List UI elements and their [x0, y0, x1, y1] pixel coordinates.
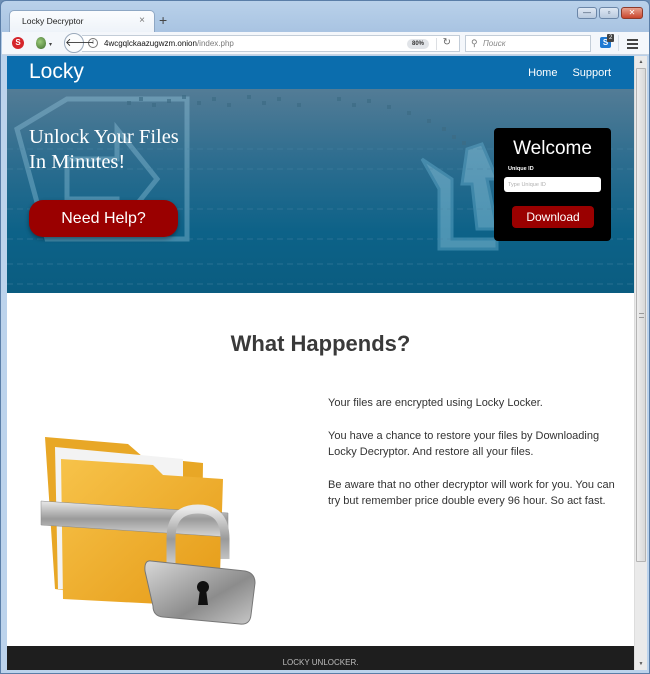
url-path: /index.php: [196, 39, 234, 48]
search-bar[interactable]: ⚲ Поиск: [465, 35, 591, 52]
unique-id-input[interactable]: [504, 177, 601, 192]
zoom-level-badge[interactable]: 80%: [406, 39, 429, 49]
notification-badge: 2: [607, 34, 615, 42]
tor-onion-icon[interactable]: [36, 37, 46, 49]
tab-locky-decryptor[interactable]: Locky Decryptor ×: [9, 10, 155, 32]
url-domain: 4wcgqlckaazugwzm.onion: [104, 39, 197, 48]
info-paragraph-1: Your files are encrypted using Locky Loc…: [328, 397, 543, 409]
noscript-icon[interactable]: S: [12, 37, 24, 49]
maximize-button[interactable]: ▫: [599, 7, 619, 19]
page-viewport: Locky Home Support Unlock Your Files In …: [7, 56, 634, 670]
footer-text: LOCKY UNLOCKER.: [282, 658, 359, 667]
need-help-button[interactable]: Need Help?: [29, 200, 178, 237]
new-tab-icon[interactable]: +: [159, 13, 167, 27]
welcome-title: Welcome: [513, 138, 592, 159]
section-title: What Happends?: [230, 331, 411, 356]
locked-folder-illustration: [40, 437, 256, 625]
hero-title-line-1: Unlock Your Files: [29, 126, 179, 148]
window-controls: — ▫ ✕: [577, 7, 643, 19]
close-window-button[interactable]: ✕: [621, 7, 643, 19]
site-logo[interactable]: Locky: [29, 60, 84, 84]
reload-icon[interactable]: ↻: [443, 37, 451, 48]
info-paragraph-2: You have a chance to restore your files …: [328, 429, 600, 459]
url-divider: [436, 38, 437, 50]
site-nav: Home Support: [528, 67, 611, 79]
info-text: Your files are encrypted using Locky Loc…: [328, 395, 618, 526]
nav-link-support[interactable]: Support: [572, 67, 611, 79]
url-bar[interactable]: i 4wcgqlckaazugwzm.onion/index.php 80% ↻: [82, 35, 460, 52]
info-paragraph-3: Be aware that no other decryptor will wo…: [328, 478, 615, 508]
scrollbar-thumb[interactable]: [636, 68, 646, 562]
scroll-up-icon[interactable]: ▲: [635, 56, 647, 68]
download-button[interactable]: Download: [512, 206, 594, 228]
menu-icon[interactable]: [627, 39, 638, 51]
hero-title-line-2: In Minutes!: [29, 151, 126, 173]
scroll-down-icon[interactable]: ▼: [635, 658, 647, 670]
welcome-panel: Welcome Unique ID Download: [494, 128, 611, 241]
hero-banner: Unlock Your Files In Minutes! Need Help?…: [7, 89, 634, 293]
back-arrow-icon: 🡐: [65, 37, 95, 49]
title-bar: Locky Decryptor × + — ▫ ✕: [1, 1, 649, 32]
hero-title: Unlock Your Files In Minutes!: [29, 125, 239, 175]
unique-id-label: Unique ID: [508, 166, 534, 172]
toolbar-divider: [618, 35, 619, 51]
search-icon: ⚲: [471, 38, 478, 48]
nav-link-home[interactable]: Home: [528, 67, 557, 79]
search-placeholder: Поиск: [483, 39, 506, 48]
browser-window: Locky Decryptor × + — ▫ ✕ S ▾ i 4wcgqlck…: [0, 0, 650, 674]
tab-title: Locky Decryptor: [22, 16, 84, 26]
site-header: Locky Home Support: [7, 56, 634, 89]
url-text[interactable]: 4wcgqlckaazugwzm.onion/index.php: [104, 39, 234, 48]
thumb-grip-icon: [639, 313, 644, 318]
minimize-button[interactable]: —: [577, 7, 597, 19]
site-footer: LOCKY UNLOCKER.: [7, 646, 634, 670]
navigation-toolbar: S ▾ i 4wcgqlckaazugwzm.onion/index.php 8…: [2, 32, 649, 55]
back-button[interactable]: 🡐: [64, 33, 95, 53]
chevron-down-icon[interactable]: ▾: [49, 38, 52, 52]
vertical-scrollbar[interactable]: ▲ ▼: [634, 56, 647, 670]
tab-close-icon[interactable]: ×: [139, 14, 145, 28]
